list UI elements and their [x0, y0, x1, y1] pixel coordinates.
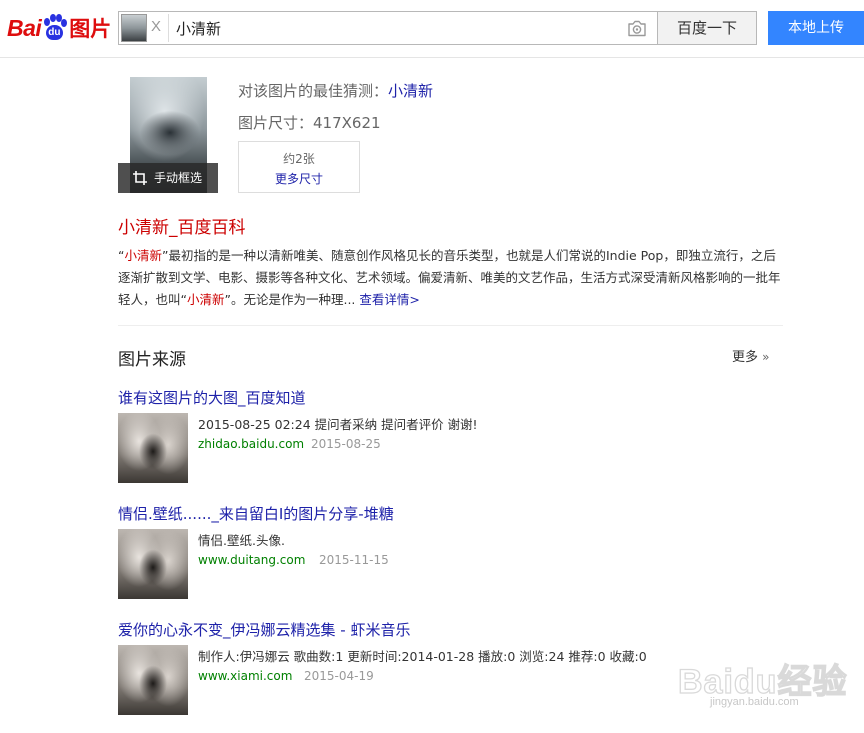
query-image-preview: 手动框选 — [118, 77, 218, 193]
search-input[interactable] — [176, 17, 616, 39]
baike-title-link[interactable]: 小清新_百度百科 — [118, 213, 246, 238]
result-title-link[interactable]: 爱你的心永不变_伊冯娜云精选集 - 虾米音乐 — [118, 619, 410, 640]
view-details-link[interactable]: 查看详情> — [359, 292, 419, 307]
image-sources-heading: 图片来源 — [118, 350, 186, 370]
manual-crop-label: 手动框选 — [154, 171, 203, 185]
best-guess-label: 对该图片的最佳猜测： — [238, 82, 389, 100]
header-divider — [0, 57, 864, 58]
result-site: zhidao.baidu.com — [198, 437, 305, 451]
result-thumbnail[interactable] — [118, 413, 188, 483]
more-sizes-box[interactable]: 约2张 更多尺寸 — [238, 141, 360, 193]
camera-icon[interactable] — [627, 20, 647, 37]
result-date: 2015-11-15 — [319, 553, 389, 567]
highlight-term: 小清新 — [186, 292, 225, 307]
result-description: 制作人:伊冯娜云 歌曲数:1 更新时间:2014-01-28 播放:0 浏览:2… — [198, 649, 647, 664]
logo-du-text: du — [48, 27, 61, 38]
source-result: 谁有这图片的大图_百度知道 2015-08-25 02:24 提问者采纳 提问者… — [118, 387, 783, 497]
result-date: 2015-08-25 — [311, 437, 381, 451]
more-sources-link[interactable]: 更多 » — [732, 346, 770, 365]
result-date: 2015-04-19 — [304, 669, 374, 683]
baidu-image-logo[interactable]: Bai du 图片 — [7, 10, 111, 46]
paw-icon: du — [42, 14, 68, 42]
image-size-info: 图片尺寸：417X621 — [238, 114, 381, 132]
size-count: 约2张 — [283, 152, 315, 166]
highlight-term: 小清新 — [124, 248, 162, 263]
result-site: www.xiami.com — [198, 669, 293, 683]
result-title-link[interactable]: 情侣.壁纸......_来自留白I的图片分享-堆糖 — [118, 503, 394, 524]
clear-query-image-button[interactable]: X — [151, 18, 161, 35]
section-divider — [118, 325, 783, 326]
logo-image-text: 图片 — [69, 17, 112, 41]
manual-crop-button[interactable]: 手动框选 — [118, 163, 218, 193]
baike-description: “小清新”最初指的是一种以清新唯美、随意创作风格见长的音乐类型，也就是人们常说的… — [118, 245, 783, 311]
crop-icon — [133, 171, 147, 185]
result-thumbnail[interactable] — [118, 645, 188, 715]
search-divider — [168, 14, 169, 42]
header: Bai du 图片 X 百度一下 本地上传 — [0, 0, 864, 58]
search-box: X — [118, 11, 657, 45]
source-result: 情侣.壁纸......_来自留白I的图片分享-堆糖 情侣.壁纸.头像. www.… — [118, 503, 783, 613]
local-upload-button[interactable]: 本地上传 — [768, 11, 864, 45]
best-guess-link[interactable]: 小清新 — [388, 82, 433, 100]
more-sizes-link[interactable]: 更多尺寸 — [239, 170, 359, 187]
result-thumbnail[interactable] — [118, 529, 188, 599]
double-chevron-right-icon: » — [762, 350, 770, 364]
search-button[interactable]: 百度一下 — [657, 11, 757, 45]
result-description: 情侣.壁纸.头像. — [198, 533, 285, 548]
logo-bai-text: Bai — [7, 14, 42, 41]
baidu-jingyan-watermark: Baidu经验 jingyan.baidu.com — [664, 632, 864, 722]
best-guess: 对该图片的最佳猜测：小清新 — [238, 80, 433, 101]
baike-text-2: ”。无论是作为一种理... — [224, 292, 360, 307]
result-description: 2015-08-25 02:24 提问者采纳 提问者评价 谢谢! — [198, 417, 478, 432]
query-image-thumbnail[interactable] — [121, 14, 147, 42]
watermark-url: jingyan.baidu.com — [710, 696, 799, 708]
result-title-link[interactable]: 谁有这图片的大图_百度知道 — [118, 387, 306, 408]
result-site: www.duitang.com — [198, 553, 306, 567]
more-sources-label: 更多 — [732, 350, 759, 365]
